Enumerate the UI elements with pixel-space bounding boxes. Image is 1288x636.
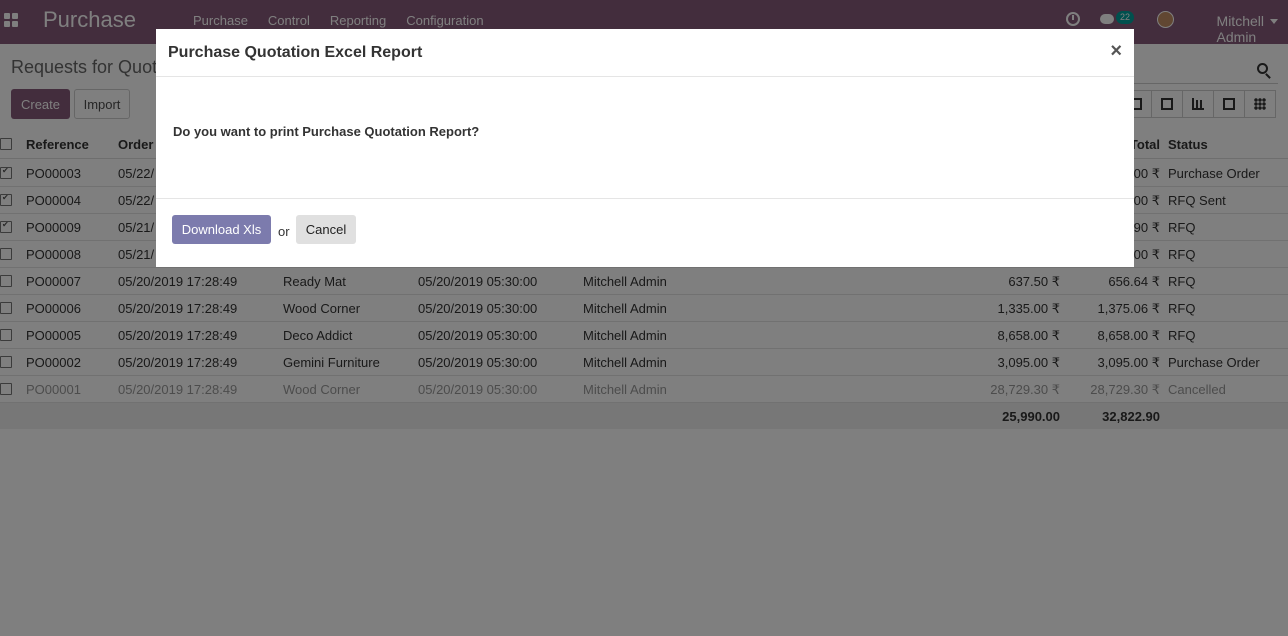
dialog-question: Do you want to print Purchase Quotation … — [173, 124, 480, 139]
dialog-title: Purchase Quotation Excel Report — [168, 44, 423, 61]
dialog-body: Do you want to print Purchase Quotation … — [156, 77, 1134, 199]
download-xls-button[interactable]: Download Xls — [172, 215, 271, 244]
cancel-button[interactable]: Cancel — [296, 215, 356, 244]
or-separator: or — [278, 224, 290, 239]
dialog-header: Purchase Quotation Excel Report × — [156, 29, 1134, 77]
close-icon[interactable]: × — [1110, 40, 1122, 63]
excel-report-dialog: Purchase Quotation Excel Report × Do you… — [156, 29, 1134, 267]
dialog-footer: Download Xls or Cancel — [156, 199, 1134, 267]
